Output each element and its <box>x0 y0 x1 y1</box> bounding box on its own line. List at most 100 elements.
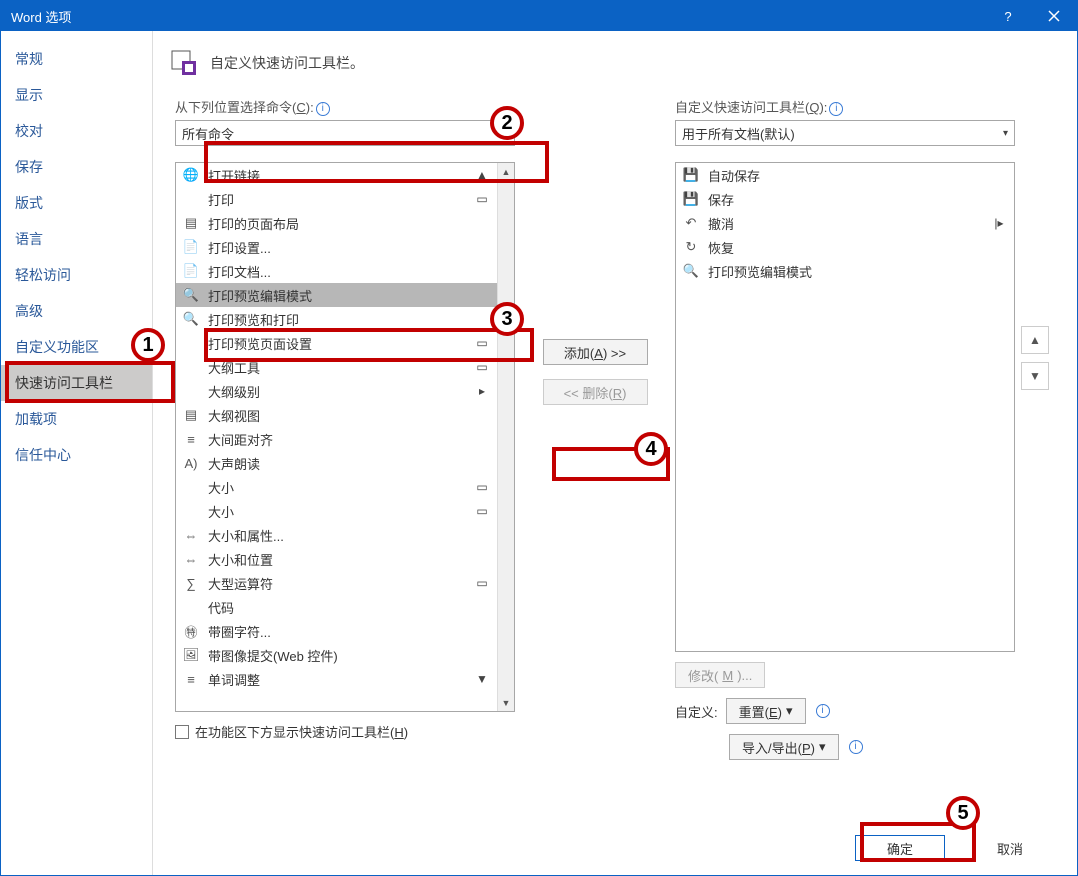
callout-1: 1 <box>131 328 165 362</box>
item-icon: 📄 <box>182 263 200 279</box>
qat-icon <box>170 49 200 77</box>
command-list-item[interactable]: ㊕带圈字符... <box>176 619 497 643</box>
close-button[interactable] <box>1031 1 1077 31</box>
command-list-item[interactable]: ▤ 打印的页面布局 <box>176 211 497 235</box>
item-label: 大小和位置 <box>208 550 465 569</box>
commands-listbox[interactable]: 🌐打开链接▲打印▭▤打印的页面布局📄打印设置...📄打印文档...🔍打印预览编辑… <box>175 162 515 712</box>
command-list-item[interactable]: 🖼带图像提交(Web 控件) <box>176 643 497 667</box>
command-list-item[interactable]: 大小 ▭ <box>176 475 497 499</box>
item-right-glyph: ▭ <box>473 192 491 206</box>
sidebar-item[interactable]: 高级 <box>1 293 152 329</box>
command-list-item[interactable]: 大小 ▭ <box>176 499 497 523</box>
chevron-down-icon: ▾ <box>786 703 793 719</box>
checkbox-label: 在功能区下方显示快速访问工具栏(H) <box>195 722 408 741</box>
item-icon: ≡ <box>182 672 200 687</box>
window-title: Word 选项 <box>11 7 985 26</box>
item-icon: ▤ <box>182 215 200 231</box>
item-label: 大声朗读 <box>208 454 465 473</box>
item-right-glyph: ▭ <box>473 360 491 374</box>
item-label: 打印预览编辑模式 <box>208 286 465 305</box>
qat-listbox[interactable]: 💾自动保存💾保存↶撤消|▸↻恢复🔍打印预览编辑模式 <box>675 162 1015 652</box>
command-list-item[interactable]: ▤大纲视图 <box>176 403 497 427</box>
titlebar[interactable]: Word 选项 ? <box>1 1 1077 31</box>
remove-button[interactable]: << 删除(R) <box>543 379 648 405</box>
item-icon: 🔍 <box>182 311 200 327</box>
help-button[interactable]: ? <box>985 1 1031 31</box>
item-label: 自动保存 <box>708 166 982 185</box>
command-list-item[interactable]: 代码 <box>176 595 497 619</box>
command-list-item[interactable]: ∑大型运算符▭ <box>176 571 497 595</box>
cancel-button[interactable]: 取消 <box>965 835 1055 861</box>
sidebar-item[interactable]: 自定义功能区 <box>1 329 152 365</box>
command-list-item[interactable]: 大纲级别 ▸ <box>176 379 497 403</box>
qat-scope-dropdown[interactable]: 用于所有文档(默认) ▾ <box>675 120 1015 146</box>
sidebar-item[interactable]: 版式 <box>1 185 152 221</box>
sidebar-item[interactable]: 校对 <box>1 113 152 149</box>
qat-list-item[interactable]: 💾保存 <box>676 187 1014 211</box>
move-down-button[interactable]: ▼ <box>1021 362 1049 390</box>
callout-4: 4 <box>634 432 668 466</box>
qat-list-item[interactable]: 💾自动保存 <box>676 163 1014 187</box>
scroll-down-icon[interactable]: ▼ <box>498 694 515 711</box>
command-list-item[interactable]: ≡大间距对齐 <box>176 427 497 451</box>
item-right-glyph: ▭ <box>473 504 491 518</box>
close-icon <box>1048 10 1060 22</box>
sidebar-item[interactable]: 显示 <box>1 77 152 113</box>
item-icon: ↻ <box>682 239 700 255</box>
item-icon: ⇔ <box>182 552 200 567</box>
item-label: 大纲级别 <box>208 382 465 401</box>
reset-dropdown-button[interactable]: 重置(E) ▾ <box>726 698 806 724</box>
customize-label: 自定义: <box>675 702 718 721</box>
import-export-dropdown-button[interactable]: 导入/导出(P) ▾ <box>729 734 839 760</box>
sidebar-item[interactable]: 加载项 <box>1 401 152 437</box>
sidebar-item[interactable]: 保存 <box>1 149 152 185</box>
modify-button[interactable]: 修改(M)... <box>675 662 765 688</box>
command-list-item[interactable]: A) 大声朗读 <box>176 451 497 475</box>
item-label: 打印的页面布局 <box>208 214 465 233</box>
item-icon: 💾 <box>682 191 700 207</box>
command-list-item[interactable]: ≡单词调整▼ <box>176 667 497 691</box>
customize-qat-label: 自定义快速访问工具栏(Q):i <box>675 97 1015 116</box>
item-right-glyph: |▸ <box>990 216 1008 230</box>
item-label: 大纲视图 <box>208 406 465 425</box>
word-options-window: Word 选项 ? 常规显示校对保存版式语言轻松访问高级自定义功能区快速访问工具… <box>0 0 1078 876</box>
item-label: 带图像提交(Web 控件) <box>208 646 465 665</box>
item-label: 大间距对齐 <box>208 430 465 449</box>
qat-list-item[interactable]: ↶ 撤消 |▸ <box>676 211 1014 235</box>
item-icon: 🔍 <box>182 287 200 303</box>
sidebar-item[interactable]: 信任中心 <box>1 437 152 473</box>
command-list-item[interactable]: 📄打印文档... <box>176 259 497 283</box>
add-button[interactable]: 添加(A) >> <box>543 339 648 365</box>
item-label: 大小 <box>208 478 465 497</box>
qat-list-item[interactable]: ↻恢复 <box>676 235 1014 259</box>
info-icon[interactable]: i <box>316 102 330 116</box>
item-icon: ↶ <box>682 215 700 231</box>
move-up-button[interactable]: ▲ <box>1021 326 1049 354</box>
choose-from-label: 从下列位置选择命令(C):i <box>175 97 515 116</box>
item-right-glyph: ▭ <box>473 480 491 494</box>
info-icon[interactable]: i <box>849 740 863 754</box>
qat-list-item[interactable]: 🔍打印预览编辑模式 <box>676 259 1014 283</box>
command-list-item[interactable]: ⇔ 大小和位置 <box>176 547 497 571</box>
command-list-item[interactable]: 🔍 打印预览编辑模式 <box>176 283 497 307</box>
callout-5: 5 <box>946 796 980 830</box>
redbox-2 <box>204 141 549 183</box>
sidebar-item[interactable]: 语言 <box>1 221 152 257</box>
item-label: 撤消 <box>708 214 982 233</box>
sidebar-item[interactable]: 轻松访问 <box>1 257 152 293</box>
scrollbar[interactable]: ▲ ▼ <box>497 163 514 711</box>
item-right-glyph: ▸ <box>473 384 491 398</box>
chevron-down-icon: ▾ <box>819 739 826 755</box>
show-below-ribbon-checkbox[interactable]: 在功能区下方显示快速访问工具栏(H) <box>175 722 515 741</box>
info-icon[interactable]: i <box>829 102 843 116</box>
info-icon[interactable]: i <box>816 704 830 718</box>
sidebar: 常规显示校对保存版式语言轻松访问高级自定义功能区快速访问工具栏加载项信任中心 <box>1 31 153 875</box>
item-icon: 🔍 <box>682 263 700 279</box>
item-label: 大小 <box>208 502 465 521</box>
command-list-item[interactable]: 打印▭ <box>176 187 497 211</box>
command-list-item[interactable]: ⇔大小和属性... <box>176 523 497 547</box>
sidebar-item[interactable]: 常规 <box>1 41 152 77</box>
item-right-glyph: ▭ <box>473 576 491 590</box>
item-icon: A) <box>182 456 200 471</box>
command-list-item[interactable]: 📄打印设置... <box>176 235 497 259</box>
